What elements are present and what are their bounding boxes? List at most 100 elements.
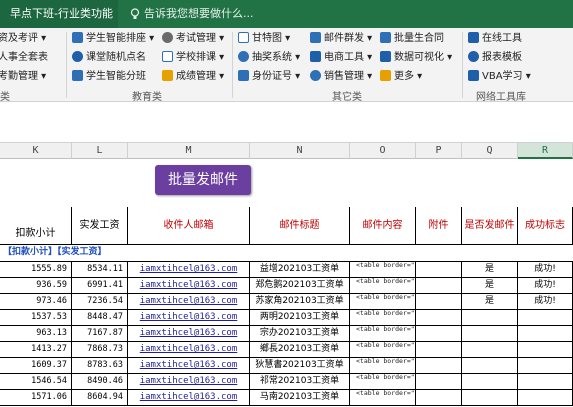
ribbon-item-exam[interactable]: 考试管理 ▾: [162, 32, 224, 46]
column-header-k[interactable]: K: [0, 143, 72, 159]
cell-attachment: [416, 326, 462, 342]
book-icon: [468, 70, 479, 81]
column-header-o[interactable]: O: [350, 143, 416, 159]
cell-actual-pay: 8448.47: [72, 310, 128, 326]
ribbon-item-pay-review[interactable]: 资及考评 ▾: [0, 32, 46, 46]
group-label-hr: 类: [0, 92, 10, 103]
cell-attachment: [416, 310, 462, 326]
chart-icon: [380, 51, 391, 62]
cell-subject: 苏家角202103工资单: [250, 294, 350, 310]
group-divider: [66, 32, 67, 98]
cell-recipient-email[interactable]: iamxtihcel@163.com: [128, 294, 250, 310]
cell-content: <table border="1": [350, 278, 416, 294]
tab-active[interactable]: 早点下班-行业类功能: [0, 0, 118, 28]
ribbon-item-class-split[interactable]: 学生智能分班: [72, 70, 146, 84]
ribbon-label: 学生智能排座 ▾: [86, 33, 155, 44]
header-attachment: 附件: [416, 207, 462, 245]
tag-deduct: 【扣款小计】: [3, 247, 58, 257]
cell-success: 成功!: [518, 294, 573, 310]
ribbon-item-ecommerce[interactable]: 电商工具 ▾: [310, 51, 372, 65]
column-header-row: K L M N O P Q R: [0, 142, 573, 159]
cell-subject: 益增202103工资单: [250, 262, 350, 278]
cell-deduct: 1571.06: [0, 390, 72, 406]
ribbon-item-mail-merge[interactable]: 邮件群发 ▾: [310, 32, 372, 46]
ribbon-label: 更多 ▾: [394, 71, 423, 82]
column-header-p[interactable]: P: [416, 143, 462, 159]
cell-actual-pay: 8783.63: [72, 358, 128, 374]
ribbon-item-schedule[interactable]: 学校排课 ▾: [162, 51, 224, 65]
ribbon-label: 考试管理 ▾: [176, 33, 225, 44]
group-label-education: 教育类: [132, 92, 162, 103]
sales-icon: [310, 70, 321, 81]
cell-recipient-email[interactable]: iamxtihcel@163.com: [128, 278, 250, 294]
wrench-icon: [468, 32, 479, 43]
ribbon-item-bulk-contract[interactable]: 批量生合同: [380, 32, 444, 46]
ribbon-label: 身份证号 ▾: [252, 71, 301, 82]
ribbon-item-scores[interactable]: 成绩管理 ▾: [162, 70, 224, 84]
ribbon-item-id-number[interactable]: 身份证号 ▾: [238, 70, 300, 84]
ribbon-item-attendance[interactable]: 考勤管理 ▾: [0, 70, 46, 84]
cell-actual-pay: 8534.11: [72, 262, 128, 278]
ribbon-item-hr-tables[interactable]: 人事全套表: [0, 51, 48, 65]
cell-deduct: 1537.53: [0, 310, 72, 326]
header-success: 成功标志: [518, 207, 573, 245]
ribbon-item-sales[interactable]: 销售管理 ▾: [310, 70, 372, 84]
column-header-n[interactable]: N: [250, 143, 350, 159]
ribbon-item-lottery[interactable]: 抽奖系统 ▾: [238, 51, 300, 65]
column-header-q[interactable]: Q: [462, 143, 518, 159]
more-icon: [380, 70, 391, 81]
ribbon-item-more[interactable]: 更多 ▾: [380, 70, 422, 84]
cell-recipient-email[interactable]: iamxtihcel@163.com: [128, 262, 250, 278]
cell-attachment: [416, 390, 462, 406]
ribbon-item-random-call[interactable]: 课堂随机点名: [72, 51, 146, 65]
header-subject: 邮件标题: [250, 207, 350, 245]
cell-success: [518, 326, 573, 342]
header-content: 邮件内容: [350, 207, 416, 245]
column-header-m[interactable]: M: [128, 143, 250, 159]
bulk-mail-button[interactable]: 批量发邮件: [155, 165, 251, 195]
ribbon-label: 学校排课 ▾: [176, 52, 225, 63]
cell-subject: 郑危鹅202103工资单: [250, 278, 350, 294]
ribbon-item-gantt[interactable]: 甘特图 ▾: [238, 32, 290, 46]
ribbon-label: 报表模板: [482, 52, 522, 63]
ribbon-item-seating[interactable]: 学生智能排座 ▾: [72, 32, 154, 46]
ribbon-item-online-tools[interactable]: 在线工具: [468, 32, 522, 46]
cell-recipient-email[interactable]: iamxtihcel@163.com: [128, 326, 250, 342]
ribbon-item-data-viz[interactable]: 数据可视化 ▾: [380, 51, 452, 65]
ribbon-label: 成绩管理 ▾: [176, 71, 225, 82]
cell-content: <table border="1": [350, 294, 416, 310]
cell-success: [518, 310, 573, 326]
cell-deduct: 1609.37: [0, 358, 72, 374]
cell-recipient-email[interactable]: iamxtihcel@163.com: [128, 342, 250, 358]
cell-recipient-email[interactable]: iamxtihcel@163.com: [128, 390, 250, 406]
column-header-r[interactable]: R: [518, 143, 573, 159]
ribbon-item-vba[interactable]: VBA学习 ▾: [468, 70, 531, 84]
cell-deduct: 1555.89: [0, 262, 72, 278]
cell-actual-pay: 8604.94: [72, 390, 128, 406]
cell-recipient-email[interactable]: iamxtihcel@163.com: [128, 310, 250, 326]
cell-recipient-email[interactable]: iamxtihcel@163.com: [128, 374, 250, 390]
cart-icon: [310, 51, 321, 62]
cell-recipient-email[interactable]: iamxtihcel@163.com: [128, 358, 250, 374]
group-label-web-tools: 网络工具库: [476, 92, 526, 103]
header-send-flag: 是否发邮件: [462, 207, 518, 245]
cell-attachment: [416, 374, 462, 390]
cell-actual-pay: 7167.87: [72, 326, 128, 342]
ribbon-label: 电商工具 ▾: [324, 52, 373, 63]
cell-actual-pay: 6991.41: [72, 278, 128, 294]
ribbon-label: 考勤管理 ▾: [0, 71, 47, 82]
cell-content: <table border="1": [350, 358, 416, 374]
ribbon-label: 销售管理 ▾: [324, 71, 373, 82]
class-split-icon: [72, 70, 83, 81]
column-header-l[interactable]: L: [72, 143, 128, 159]
cell-attachment: [416, 262, 462, 278]
cell-actual-pay: 7236.54: [72, 294, 128, 310]
cell-attachment: [416, 342, 462, 358]
cell-subject: 祁常202103工资单: [250, 374, 350, 390]
cell-content: <table border="1": [350, 390, 416, 406]
header-recipient: 收件人邮箱: [128, 207, 250, 245]
tell-me-search[interactable]: 告诉我您想要做什么...: [130, 0, 254, 28]
cell-send-flag: 是: [462, 262, 518, 278]
ribbon-item-report-templates[interactable]: 报表模板: [468, 51, 522, 65]
cell-content: <table border="1": [350, 262, 416, 278]
